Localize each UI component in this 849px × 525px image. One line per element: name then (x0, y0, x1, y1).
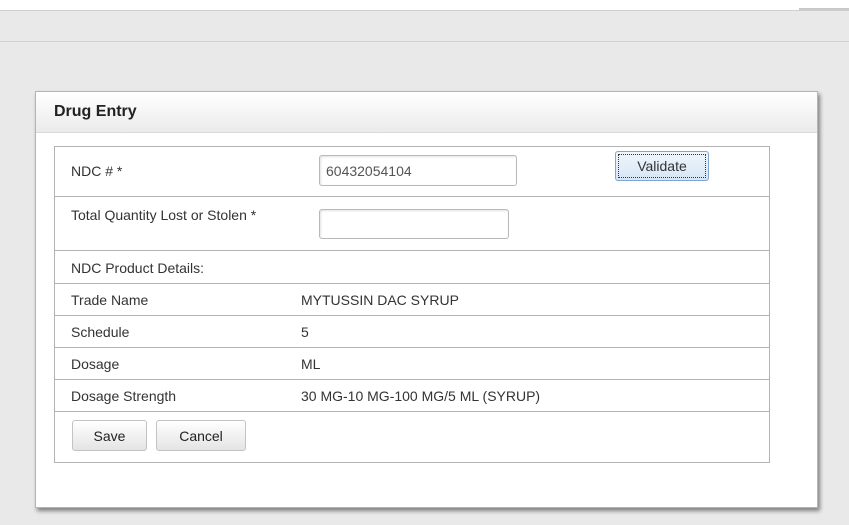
save-button[interactable]: Save (72, 420, 147, 451)
dosage-strength-value: 30 MG-10 MG-100 MG/5 ML (SYRUP) (301, 388, 541, 404)
dialog-title: Drug Entry (54, 103, 137, 120)
quantity-label: Total Quantity Lost or Stolen * (71, 207, 257, 223)
trade-name-value: MYTUSSIN DAC SYRUP (301, 292, 459, 308)
quantity-row: Total Quantity Lost or Stolen * (55, 197, 769, 251)
product-details-heading-row: NDC Product Details: (55, 251, 769, 284)
validate-button[interactable]: Validate (615, 151, 709, 181)
dosage-label: Dosage (71, 356, 120, 372)
actions-row: Save Cancel (55, 412, 769, 462)
ndc-row: NDC # * Validate (55, 147, 769, 197)
trade-name-label: Trade Name (71, 292, 149, 308)
dosage-row: Dosage ML (55, 348, 769, 380)
quantity-input[interactable] (319, 209, 509, 239)
cancel-button[interactable]: Cancel (156, 420, 246, 451)
top-bar (0, 0, 849, 10)
product-details-heading: NDC Product Details: (71, 260, 205, 276)
drug-entry-dialog: Drug Entry NDC # * Validate Total Quanti… (35, 91, 818, 508)
dosage-value: ML (301, 356, 321, 372)
dialog-header: Drug Entry (36, 92, 817, 133)
schedule-row: Schedule 5 (55, 316, 769, 348)
drug-entry-form: NDC # * Validate Total Quantity Lost or … (54, 146, 770, 463)
schedule-label: Schedule (71, 324, 130, 340)
dosage-strength-label: Dosage Strength (71, 388, 177, 404)
ndc-input[interactable] (319, 155, 517, 186)
trade-name-row: Trade Name MYTUSSIN DAC SYRUP (55, 284, 769, 316)
ndc-label: NDC # * (71, 163, 123, 179)
dosage-strength-row: Dosage Strength 30 MG-10 MG-100 MG/5 ML … (55, 380, 769, 412)
schedule-value: 5 (301, 324, 309, 340)
backdrop-divider (0, 41, 849, 42)
